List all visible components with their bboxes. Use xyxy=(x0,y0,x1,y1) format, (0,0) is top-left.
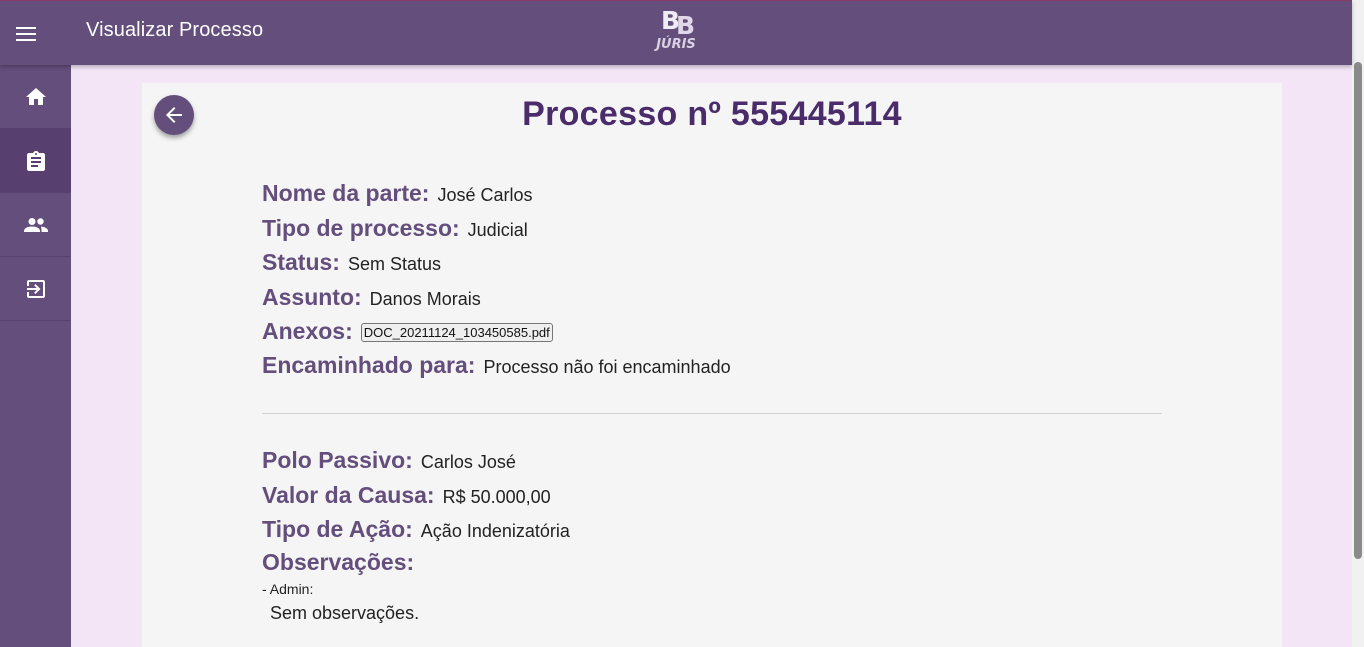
observation-author: - Admin: xyxy=(262,581,314,597)
bb-juris-logo: BB JÚRIS xyxy=(651,7,701,59)
menu-icon xyxy=(16,27,36,41)
sidebar-item-usuarios[interactable] xyxy=(0,193,71,257)
field-value: Sem Status xyxy=(347,254,441,274)
field-tipo-de-acao: Tipo de Ação: Ação Indenizatória xyxy=(262,516,570,543)
field-encaminhado-para: Encaminhado para: Processo não foi encam… xyxy=(262,352,731,379)
scrollbar-thumb[interactable] xyxy=(1354,62,1362,559)
field-anexos: Anexos: DOC_20211124_103450585.pdf xyxy=(262,318,553,345)
field-label: Nome da parte: xyxy=(262,180,430,206)
people-icon xyxy=(23,217,48,232)
field-label: Tipo de processo: xyxy=(262,215,460,241)
field-assunto: Assunto: Danos Morais xyxy=(262,284,481,311)
field-nome-da-parte: Nome da parte: José Carlos xyxy=(262,180,532,207)
logout-icon xyxy=(26,279,45,298)
field-value: R$ 50.000,00 xyxy=(442,487,551,507)
sidebar-item-sair[interactable] xyxy=(0,257,71,321)
field-value: Danos Morais xyxy=(369,289,481,309)
field-value: Judicial xyxy=(467,220,528,240)
field-value: José Carlos xyxy=(437,185,533,205)
home-icon xyxy=(25,87,46,105)
field-label: Assunto: xyxy=(262,284,362,310)
observation-text: Sem observações. xyxy=(270,603,420,623)
field-label: Status: xyxy=(262,249,340,275)
app-bar: Visualizar Processo BB JÚRIS xyxy=(0,0,1352,65)
field-label: Observações: xyxy=(262,549,415,575)
logo-text: JÚRIS xyxy=(656,37,696,52)
field-valor-da-causa: Valor da Causa: R$ 50.000,00 xyxy=(262,482,551,509)
field-tipo-de-processo: Tipo de processo: Judicial xyxy=(262,215,528,242)
sidebar-item-home[interactable] xyxy=(0,65,71,129)
logo-mark: BB xyxy=(660,6,695,40)
field-label: Encaminhado para: xyxy=(262,352,476,378)
clipboard-icon xyxy=(26,150,45,171)
page-scrollbar[interactable] xyxy=(1352,0,1364,647)
menu-button[interactable] xyxy=(8,16,44,52)
attachment-file-button[interactable]: DOC_20211124_103450585.pdf xyxy=(360,323,553,342)
field-status: Status: Sem Status xyxy=(262,249,441,276)
page-title: Processo nº 555445114 xyxy=(522,95,902,133)
section-divider xyxy=(262,413,1162,414)
field-value: Carlos José xyxy=(420,452,516,472)
field-label: Tipo de Ação: xyxy=(262,516,413,542)
arrow-back-icon xyxy=(166,107,182,123)
back-button[interactable] xyxy=(154,95,194,135)
field-label: Polo Passivo: xyxy=(262,447,413,473)
field-polo-passivo: Polo Passivo: Carlos José xyxy=(262,447,516,474)
field-value: Ação Indenizatória xyxy=(420,521,570,541)
sidebar-item-processos[interactable] xyxy=(0,129,71,193)
field-label: Anexos: xyxy=(262,318,353,344)
field-value: Processo não foi encaminhado xyxy=(483,357,731,377)
field-label: Valor da Causa: xyxy=(262,482,435,508)
app-title: Visualizar Processo xyxy=(86,19,264,41)
sidebar xyxy=(0,65,71,647)
field-observacoes: Observações: xyxy=(262,549,422,576)
